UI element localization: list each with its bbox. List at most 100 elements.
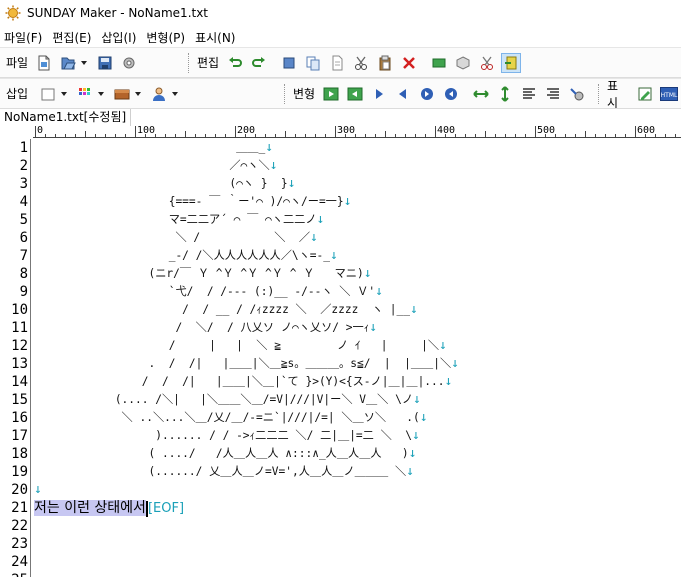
open-file-button[interactable] — [58, 53, 78, 73]
copy-button[interactable] — [303, 53, 323, 73]
flip-vertical-button[interactable] — [495, 84, 515, 104]
insert-symbol-dropdown-arrow-icon[interactable] — [98, 91, 105, 96]
ruler-tick — [95, 134, 96, 137]
menu-file[interactable]: 파일(F) — [0, 29, 48, 46]
aa-art-line: . / /| |＿＿|＼＿≧s。＿＿＿。s≦/ | |＿＿|＼↓ — [34, 355, 459, 373]
ruler-tick — [185, 131, 186, 137]
newline-arrow-icon: ↓ — [406, 464, 414, 479]
document-tab-strip: NoName1.txt[수정됨] — [0, 109, 681, 126]
triangle-left-icon — [399, 88, 407, 99]
selected-text[interactable]: 저는 이런 상태에서 — [34, 500, 146, 516]
ruler-tick — [155, 134, 156, 137]
convert-button[interactable] — [567, 84, 587, 104]
aa-art-line: (ニr/￣ Ｙ ^Ｙ ^Ｙ ^Ｙ ^ Ｙ マニ)↓ — [34, 265, 372, 283]
aa-art-text: (....../ 乂＿人＿ノ=V=',人＿人＿ノ＿＿＿ ＼ — [34, 465, 407, 478]
newline-arrow-icon: ↓ — [419, 410, 428, 425]
play-box-button[interactable] — [321, 84, 341, 104]
cut-block-button[interactable] — [477, 53, 497, 73]
line-number: 23 — [11, 536, 28, 552]
line-number: 5 — [19, 212, 28, 228]
insert-person-button[interactable] — [149, 84, 169, 104]
settings-button[interactable] — [119, 53, 139, 73]
aa-art-text: ＼ / ＼ ／ — [34, 231, 311, 244]
open-dropdown-arrow-icon[interactable] — [81, 60, 88, 65]
menu-transform[interactable]: 변형(P) — [142, 29, 191, 46]
insert-symbol-button[interactable] — [75, 84, 95, 104]
next-circle-button[interactable] — [417, 84, 437, 104]
toolbar-grip[interactable] — [284, 83, 287, 104]
newline-arrow-icon: ↓ — [363, 266, 372, 281]
aa-art-line: マ=二二ア´ ⌒ ￣ ⌒ヽ二二ノ↓ — [34, 211, 325, 229]
gear-icon — [123, 57, 135, 68]
svg-text:HTML: HTML — [661, 92, 678, 99]
aa-art-line: `弋/ / /--- (:)__ -/--ヽ ＼ Ｖ'↓ — [34, 283, 383, 301]
newline-arrow-icon: ↓ — [310, 230, 318, 245]
select-all-button[interactable] — [279, 53, 299, 73]
aa-art-line: {===- ￣ ｀ー'⌒ )/⌒ヽ/ー=一}↓ — [34, 193, 352, 211]
ruler-tick — [525, 134, 526, 137]
toolbar-grip[interactable] — [598, 83, 601, 104]
tab-noname1[interactable]: NoName1.txt[수정됨] — [0, 109, 132, 126]
ruler-tick — [555, 134, 556, 137]
ruler-tick — [175, 134, 176, 137]
undo-button[interactable] — [225, 53, 245, 73]
ruler-tick — [435, 126, 436, 137]
line-number: 12 — [11, 338, 28, 354]
ruler-tick — [205, 134, 206, 137]
line-number: 19 — [11, 464, 28, 480]
aa-art-text: ＿＿_ — [34, 141, 266, 154]
edit-toolbar-label: 편집 — [197, 56, 220, 70]
select-block-icon — [283, 57, 295, 68]
insert-blank-dropdown-arrow-icon[interactable] — [61, 91, 68, 96]
paste-button[interactable] — [375, 53, 395, 73]
menu-edit[interactable]: 편집(E) — [48, 29, 97, 46]
save-file-button[interactable] — [95, 53, 115, 73]
line-number: 14 — [11, 374, 28, 390]
line-number: 11 — [11, 320, 28, 336]
green-block-button[interactable] — [429, 53, 449, 73]
ruler-tick — [475, 134, 476, 137]
ruler-tick — [65, 134, 66, 137]
prev-circle-button[interactable] — [441, 84, 461, 104]
cut-button[interactable] — [351, 53, 371, 73]
insert-box-button[interactable] — [112, 84, 132, 104]
newline-arrow-icon: ↓ — [287, 176, 296, 191]
line-number: 25 — [0, 571, 28, 577]
ruler-label: 200 — [237, 126, 256, 136]
newline-arrow-icon: ↓ — [451, 356, 459, 371]
view-html-button[interactable]: HTML — [659, 84, 679, 104]
new-file-button[interactable] — [34, 53, 54, 73]
line-number: 2 — [19, 158, 28, 174]
align-lines-button[interactable] — [519, 84, 539, 104]
menu-view[interactable]: 표시(N) — [191, 29, 241, 46]
delete-button[interactable] — [399, 53, 419, 73]
move-right-button[interactable] — [369, 84, 389, 104]
toolbar-grip[interactable] — [188, 52, 191, 73]
ruler-tick — [255, 134, 256, 137]
ruler-tick — [615, 134, 616, 137]
ruler-tick — [295, 134, 296, 137]
view-edit-button[interactable] — [635, 84, 655, 104]
back-box-button[interactable] — [345, 84, 365, 104]
insert-box-dropdown-arrow-icon[interactable] — [135, 91, 142, 96]
insert-person-dropdown-arrow-icon[interactable] — [172, 91, 179, 96]
box-button[interactable] — [453, 53, 473, 73]
ruler-tick — [375, 134, 376, 137]
insert-blank-button[interactable] — [38, 84, 58, 104]
justify-lines-button[interactable] — [543, 84, 563, 104]
ruler-tick — [365, 134, 366, 137]
move-left-button[interactable] — [393, 84, 413, 104]
redo-button[interactable] — [249, 53, 269, 73]
line-number: 7 — [19, 248, 28, 264]
flip-horizontal-button[interactable] — [471, 84, 491, 104]
symbol-grid-icon — [79, 87, 91, 95]
aa-art-line: / / __ / /ｨzzzz ＼ ／zzzz ヽ |__↓ — [34, 301, 418, 319]
page-button[interactable] — [327, 53, 347, 73]
align-lines-icon — [523, 87, 536, 99]
aa-art-line: / ＼/ / 八乂ソ ノ⌒ヽ乂ソ/ >一ｨ↓ — [34, 319, 377, 337]
cube-icon — [456, 55, 470, 70]
ruler-label: 300 — [337, 126, 356, 136]
text-editor-area[interactable]: ＿＿_↓ ／⌒ヽ＼↓ (⌒ヽ } }↓ {===- ￣ ｀ー'⌒ )/⌒ヽ/ー=… — [32, 139, 681, 577]
toggle-mode-button[interactable] — [501, 52, 522, 73]
menu-insert[interactable]: 삽입(I) — [97, 29, 142, 46]
